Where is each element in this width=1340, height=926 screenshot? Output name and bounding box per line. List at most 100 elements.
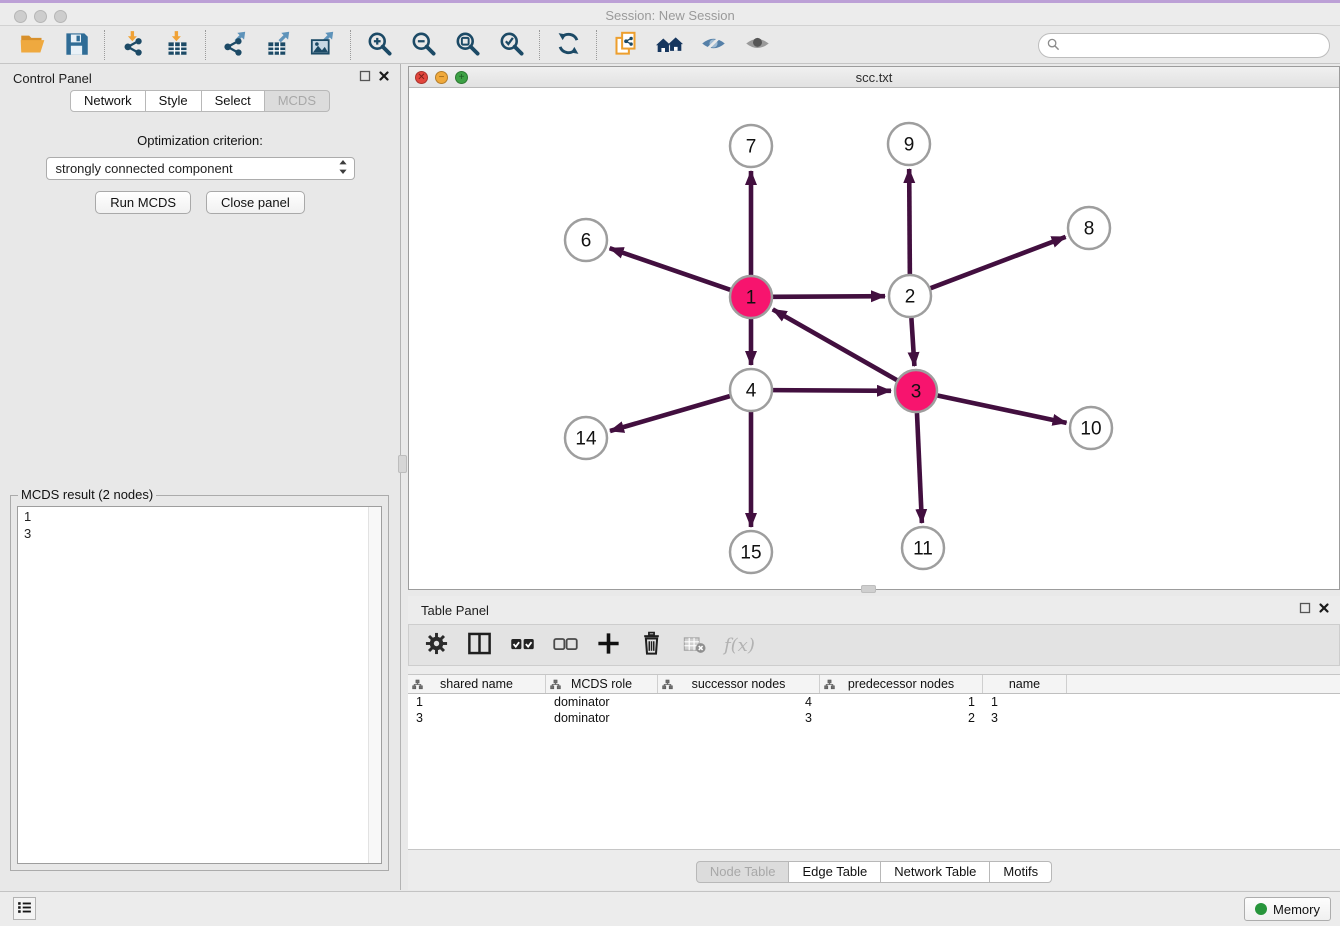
show-details-button[interactable] — [742, 30, 772, 60]
graph-node-label-6: 6 — [581, 231, 592, 252]
edge-3-10[interactable] — [938, 396, 1067, 423]
export-table-button[interactable] — [263, 30, 293, 60]
column-header-label: shared name — [440, 677, 513, 691]
close-panel-icon[interactable] — [1318, 602, 1330, 617]
tab-network-table[interactable]: Network Table — [881, 861, 990, 883]
table-cell[interactable]: 4 — [658, 694, 820, 710]
table-cell[interactable]: dominator — [546, 694, 658, 710]
criterion-dropdown[interactable]: strongly connected component — [46, 157, 355, 180]
horizontal-splitter-handle[interactable] — [861, 585, 876, 593]
search-input[interactable] — [1065, 38, 1321, 53]
save-floppy-icon — [63, 30, 90, 60]
tab-edge-table[interactable]: Edge Table — [789, 861, 881, 883]
mcds-result-scrollbar[interactable] — [368, 507, 381, 863]
delete-column-button[interactable] — [638, 632, 664, 658]
table-cell[interactable]: 3 — [658, 710, 820, 726]
deselect-all-button[interactable] — [552, 632, 578, 658]
column-header-successor-nodes[interactable]: successor nodes — [658, 675, 820, 693]
criterion-value: strongly connected component — [56, 161, 338, 176]
tab-mcds[interactable]: MCDS — [265, 90, 330, 112]
task-history-button[interactable] — [13, 897, 36, 920]
float-panel-icon[interactable] — [359, 70, 371, 85]
network-canvas[interactable]: 1234678910111415 — [409, 88, 1339, 589]
select-all-button[interactable] — [509, 632, 535, 658]
run-mcds-button[interactable]: Run MCDS — [95, 191, 191, 214]
close-panel-button[interactable]: Close panel — [206, 191, 305, 214]
close-panel-icon[interactable] — [378, 70, 390, 85]
column-header-label: successor nodes — [692, 677, 786, 691]
import-network-button[interactable] — [118, 30, 148, 60]
table-cell[interactable]: 3 — [408, 710, 546, 726]
edge-2-9[interactable] — [909, 169, 910, 274]
tab-network[interactable]: Network — [70, 90, 146, 112]
graph-node-label-9: 9 — [904, 135, 915, 156]
zoom-fit-button[interactable] — [452, 30, 482, 60]
tab-motifs[interactable]: Motifs — [990, 861, 1052, 883]
table-row-2[interactable]: 3dominator323 — [408, 710, 1340, 726]
import-table-button[interactable] — [162, 30, 192, 60]
table-cell[interactable]: 3 — [983, 710, 1067, 726]
export-image-button[interactable] — [307, 30, 337, 60]
split-columns-button[interactable] — [466, 632, 492, 658]
node-table-body: 1dominator4113dominator323 — [408, 694, 1340, 726]
vertical-splitter-handle[interactable] — [398, 455, 407, 473]
mcds-result-text[interactable]: 1 3 — [17, 506, 382, 864]
table-cell[interactable]: 1 — [408, 694, 546, 710]
control-panel-title: Control Panel — [13, 71, 92, 86]
delete-table-button[interactable] — [681, 632, 707, 658]
add-column-button[interactable] — [595, 632, 621, 658]
edge-3-11[interactable] — [917, 413, 922, 523]
edge-1-2[interactable] — [773, 296, 885, 297]
column-header-predecessor-nodes[interactable]: predecessor nodes — [820, 675, 983, 693]
column-header-MCDS-role[interactable]: MCDS role — [546, 675, 658, 693]
refresh-button[interactable] — [553, 30, 583, 60]
open-session-button[interactable] — [17, 30, 47, 60]
table-cell[interactable]: 1 — [983, 694, 1067, 710]
graph-node-label-15: 15 — [740, 543, 761, 564]
edge-2-8[interactable] — [931, 237, 1066, 288]
network-window-titlebar[interactable]: ✕ − + scc.txt — [409, 67, 1339, 88]
column-header-label: MCDS role — [571, 677, 632, 691]
zoom-out-button[interactable] — [408, 30, 438, 60]
tab-select[interactable]: Select — [202, 90, 265, 112]
list-icon — [16, 899, 33, 919]
export-network-button[interactable] — [219, 30, 249, 60]
hide-details-eye-icon — [700, 30, 727, 60]
table-row-1[interactable]: 1dominator411 — [408, 694, 1340, 710]
gear-icon — [423, 630, 450, 660]
node-table-header: shared name MCDS role successor nodes prede… — [408, 675, 1340, 694]
import-table-icon — [164, 30, 191, 60]
float-panel-icon[interactable] — [1299, 602, 1311, 617]
edge-2-3[interactable] — [911, 318, 914, 366]
table-cell[interactable]: 1 — [820, 694, 983, 710]
mcds-result-group: MCDS result (2 nodes) 1 3 — [10, 495, 389, 871]
search-box[interactable] — [1038, 33, 1330, 58]
home-views-button[interactable] — [654, 30, 684, 60]
edge-4-14[interactable] — [610, 396, 730, 431]
column-header-name[interactable]: name — [983, 675, 1067, 693]
control-panel: Control Panel Network Style Select MCDS … — [0, 64, 401, 890]
graph-node-label-3: 3 — [911, 382, 922, 403]
hide-details-button[interactable] — [698, 30, 728, 60]
show-details-eye-icon — [744, 30, 771, 60]
save-session-button[interactable] — [61, 30, 91, 60]
tab-node-table[interactable]: Node Table — [696, 861, 790, 883]
edge-1-6[interactable] — [610, 248, 731, 290]
tab-style[interactable]: Style — [146, 90, 202, 112]
memory-button[interactable]: Memory — [1244, 897, 1331, 921]
table-cell[interactable]: 2 — [820, 710, 983, 726]
table-cell[interactable]: dominator — [546, 710, 658, 726]
split-columns-icon — [466, 630, 493, 660]
zoom-selected-button[interactable] — [496, 30, 526, 60]
edge-4-3[interactable] — [773, 390, 891, 391]
app-titlebar: Session: New Session — [0, 0, 1340, 26]
clone-network-button[interactable] — [610, 30, 640, 60]
edge-3-1[interactable] — [773, 309, 897, 380]
column-header-shared-name[interactable]: shared name — [408, 675, 546, 693]
memory-status-icon — [1255, 903, 1267, 915]
graph-node-label-4: 4 — [746, 381, 757, 402]
status-bar: Memory — [0, 891, 1340, 926]
apply-function-button[interactable]: f(x) — [724, 632, 755, 658]
zoom-in-button[interactable] — [364, 30, 394, 60]
table-settings-button[interactable] — [423, 632, 449, 658]
